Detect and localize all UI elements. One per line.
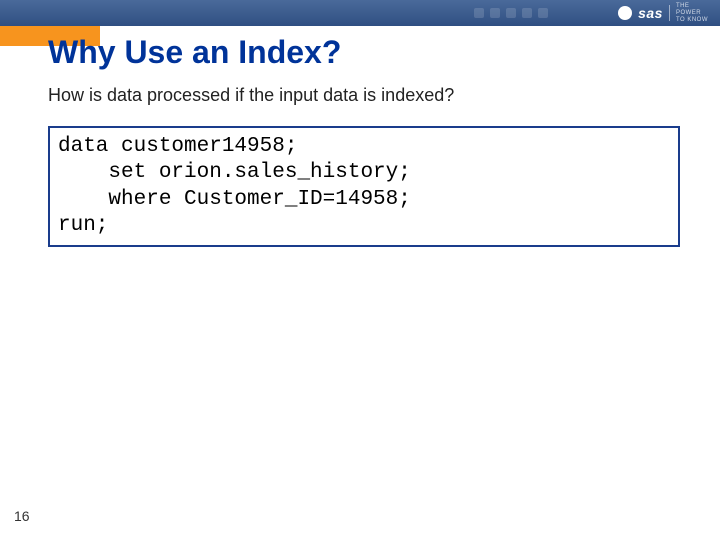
sas-logo: sas THEPOWERTO KNOW xyxy=(618,3,708,24)
slide-title: Why Use an Index? xyxy=(48,34,680,71)
slide-content: Why Use an Index? How is data processed … xyxy=(48,34,680,247)
brand-text: sas xyxy=(638,5,663,21)
sas-mark-icon xyxy=(618,6,632,20)
slide-subtitle: How is data processed if the input data … xyxy=(48,85,680,106)
header-bar: sas THEPOWERTO KNOW xyxy=(0,0,720,26)
code-block: data customer14958; set orion.sales_hist… xyxy=(48,126,680,247)
divider-icon xyxy=(669,5,670,21)
brand-tagline: THEPOWERTO KNOW xyxy=(676,3,708,24)
page-number: 16 xyxy=(14,508,30,524)
header-decor-dots xyxy=(474,8,548,18)
